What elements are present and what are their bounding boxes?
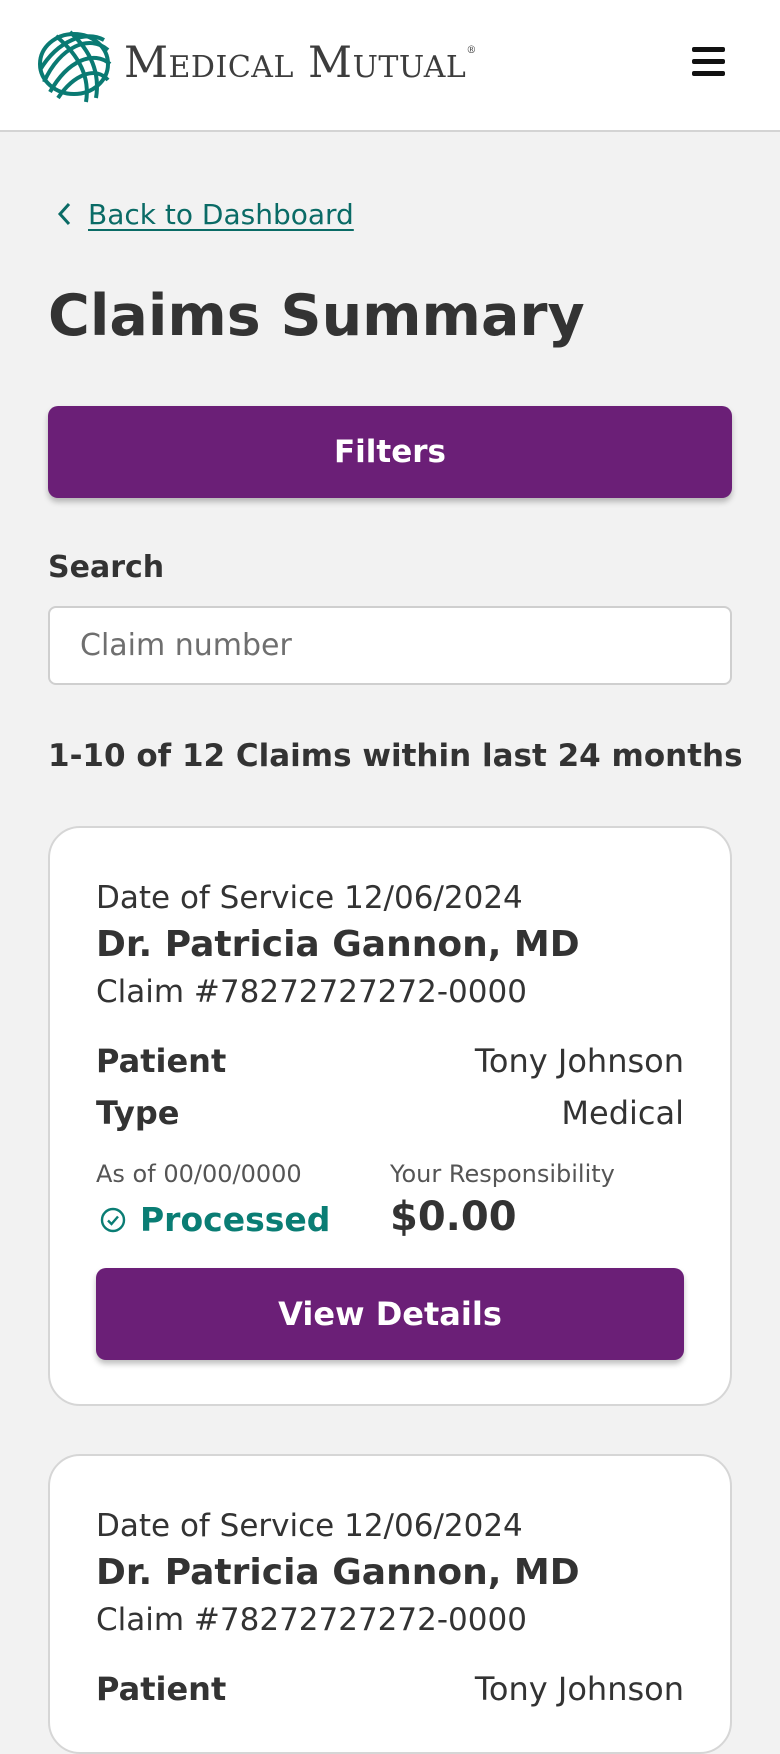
hamburger-icon-bar: [691, 71, 725, 76]
patient-row: Patient Tony Johnson: [96, 1042, 684, 1080]
patient-value: Tony Johnson: [474, 1670, 684, 1708]
hamburger-icon-bar: [691, 47, 725, 52]
brand-name-text: Medical Mutual: [124, 38, 467, 88]
medical-mutual-logo-icon: [38, 30, 112, 103]
patient-value: Tony Johnson: [474, 1042, 684, 1080]
claim-status-label: Processed: [140, 1200, 331, 1239]
claim-card: Date of Service 12/06/2024 Dr. Patricia …: [48, 826, 732, 1406]
page-title: Claims Summary: [48, 283, 585, 349]
check-circle-icon: [100, 1207, 126, 1232]
patient-label: Patient: [96, 1042, 227, 1080]
type-value: Medical: [561, 1094, 684, 1132]
patient-row: Patient Tony Johnson: [96, 1670, 684, 1708]
provider-name: Dr. Patricia Gannon, MD: [96, 1552, 580, 1593]
patient-label: Patient: [96, 1670, 227, 1708]
search-input[interactable]: [48, 606, 732, 685]
view-details-button[interactable]: View Details: [96, 1268, 684, 1360]
brand-name: Medical Mutual®: [124, 42, 477, 85]
results-summary: 1-10 of 12 Claims within last 24 months: [48, 738, 743, 774]
type-row: Type Medical: [96, 1094, 684, 1132]
back-to-dashboard-link[interactable]: Back to Dashboard: [56, 196, 354, 232]
date-of-service: Date of Service 12/06/2024: [96, 1508, 523, 1544]
claim-card: Date of Service 12/06/2024 Dr. Patricia …: [48, 1454, 732, 1754]
claim-status: Processed: [96, 1200, 330, 1239]
menu-button[interactable]: [688, 46, 728, 84]
filters-button[interactable]: Filters: [48, 406, 732, 498]
claim-number: Claim #78272727272-0000: [96, 1602, 527, 1638]
search-label: Search: [48, 550, 165, 585]
type-label: Type: [96, 1094, 180, 1132]
back-link-label: Back to Dashboard: [88, 197, 354, 231]
responsibility-label: Your Responsibility: [390, 1160, 615, 1188]
registered-mark: ®: [466, 45, 477, 56]
app-header: Medical Mutual®: [0, 0, 780, 132]
responsibility-amount: $0.00: [390, 1194, 517, 1240]
hamburger-icon-bar: [691, 59, 725, 64]
claim-number: Claim #78272727272-0000: [96, 974, 527, 1010]
status-as-of: As of 00/00/0000: [96, 1160, 302, 1188]
chevron-left-icon: [57, 202, 71, 226]
provider-name: Dr. Patricia Gannon, MD: [96, 924, 580, 965]
date-of-service: Date of Service 12/06/2024: [96, 880, 523, 916]
